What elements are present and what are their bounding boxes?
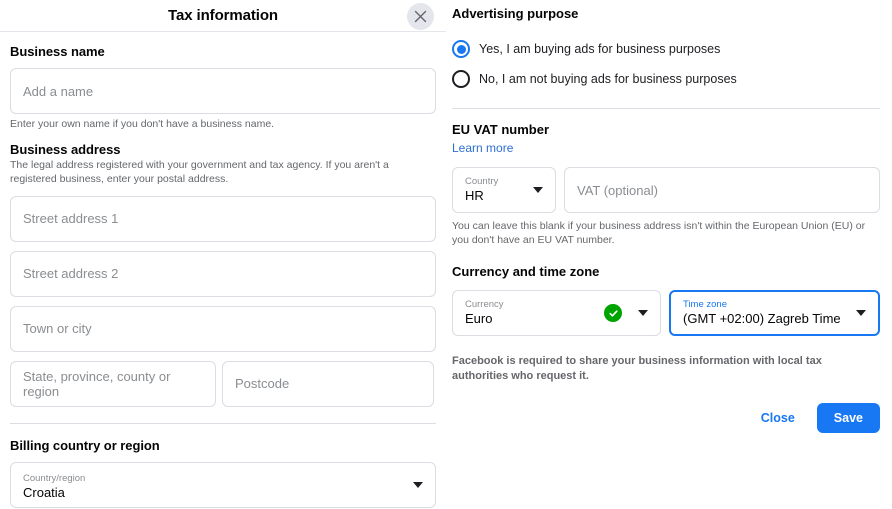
state-province-placeholder: State, province, county or region xyxy=(23,368,171,399)
street-address-2-input[interactable]: Street address 2 xyxy=(10,250,436,297)
business-address-section: Business address The legal address regis… xyxy=(10,142,436,407)
business-name-input[interactable]: Add a name xyxy=(10,68,436,114)
tax-authority-notice: Facebook is required to share your busin… xyxy=(452,355,822,383)
state-postcode-row: State, province, county or region Postco… xyxy=(10,360,436,407)
business-address-helper: The legal address registered with your g… xyxy=(10,158,389,185)
eu-vat-section: EU VAT number Learn more Country HR VAT … xyxy=(452,122,880,247)
radio-option-no[interactable]: No, I am not buying ads for business pur… xyxy=(452,64,880,94)
billing-country-select[interactable]: Country/region Croatia xyxy=(10,461,436,508)
tax-information-dialog: Tax information Business name Add a name… xyxy=(0,0,892,509)
billing-country-section: Billing country or region Country/region… xyxy=(10,438,436,508)
left-form-body: Business name Add a name Enter your own … xyxy=(0,32,446,508)
town-or-city-input[interactable]: Town or city xyxy=(10,305,436,352)
street-address-1-placeholder: Street address 1 xyxy=(23,211,119,227)
right-column: Advertising purpose Yes, I am buying ads… xyxy=(446,0,892,509)
vat-number-placeholder: VAT (optional) xyxy=(577,182,658,198)
timezone-value: (GMT +02:00) Zagreb Time xyxy=(683,311,841,327)
business-address-heading: Business address xyxy=(10,141,121,157)
business-name-section: Business name Add a name Enter your own … xyxy=(10,44,436,132)
check-circle-icon xyxy=(604,304,622,323)
radio-no-label: No, I am not buying ads for business pur… xyxy=(479,72,737,86)
dialog-action-buttons: Close Save xyxy=(452,403,880,434)
postcode-placeholder: Postcode xyxy=(235,376,290,392)
save-button[interactable]: Save xyxy=(816,403,880,434)
business-name-heading: Business name xyxy=(10,44,105,59)
page-title: Tax information xyxy=(168,7,278,24)
street-address-1-input[interactable]: Street address 1 xyxy=(10,195,436,242)
town-or-city-placeholder: Town or city xyxy=(23,321,92,337)
learn-more-link[interactable]: Learn more xyxy=(452,141,513,155)
radio-option-yes[interactable]: Yes, I am buying ads for business purpos… xyxy=(452,34,880,64)
business-name-helper: Enter your own name if you don't have a … xyxy=(10,118,275,130)
radio-no-icon xyxy=(452,70,470,88)
close-action-button[interactable]: Close xyxy=(753,405,803,431)
currency-select[interactable]: Currency Euro xyxy=(452,290,661,337)
advertising-purpose-radio-group: Yes, I am buying ads for business purpos… xyxy=(452,34,880,94)
radio-yes-icon xyxy=(452,40,470,58)
currency-timezone-section: Currency and time zone Currency Euro Tim… xyxy=(452,264,880,337)
timezone-select[interactable]: Time zone (GMT +02:00) Zagreb Time xyxy=(669,290,880,337)
billing-country-label: Country/region xyxy=(23,472,86,484)
vat-country-value: HR xyxy=(465,187,484,203)
business-name-placeholder: Add a name xyxy=(23,83,94,99)
radio-yes-label: Yes, I am buying ads for business purpos… xyxy=(479,42,721,56)
close-button[interactable] xyxy=(407,3,434,30)
state-province-input[interactable]: State, province, county or region xyxy=(10,360,216,407)
advertising-purpose-heading: Advertising purpose xyxy=(452,6,579,21)
currency-timezone-row: Currency Euro Time zone (GMT +02:00) Zag… xyxy=(452,290,880,337)
street-address-2-placeholder: Street address 2 xyxy=(23,266,119,282)
right-divider-1 xyxy=(452,108,880,109)
billing-country-value: Croatia xyxy=(23,485,65,501)
postcode-input[interactable]: Postcode xyxy=(222,360,434,407)
eu-vat-heading: EU VAT number xyxy=(452,122,550,137)
timezone-label: Time zone xyxy=(683,298,727,310)
advertising-purpose-section: Advertising purpose Yes, I am buying ads… xyxy=(452,6,880,94)
vat-country-select[interactable]: Country HR xyxy=(452,167,556,213)
vat-number-input[interactable]: VAT (optional) xyxy=(564,167,880,213)
left-divider xyxy=(10,422,436,424)
vat-country-label: Country xyxy=(465,175,499,187)
currency-timezone-heading: Currency and time zone xyxy=(452,264,600,280)
billing-country-heading: Billing country or region xyxy=(10,437,160,453)
eu-vat-helper: You can leave this blank if your busines… xyxy=(452,220,866,247)
close-icon xyxy=(414,10,427,23)
left-column: Tax information Business name Add a name… xyxy=(0,0,446,509)
eu-vat-field-row: Country HR VAT (optional) xyxy=(452,167,880,213)
dialog-header: Tax information xyxy=(0,0,446,32)
